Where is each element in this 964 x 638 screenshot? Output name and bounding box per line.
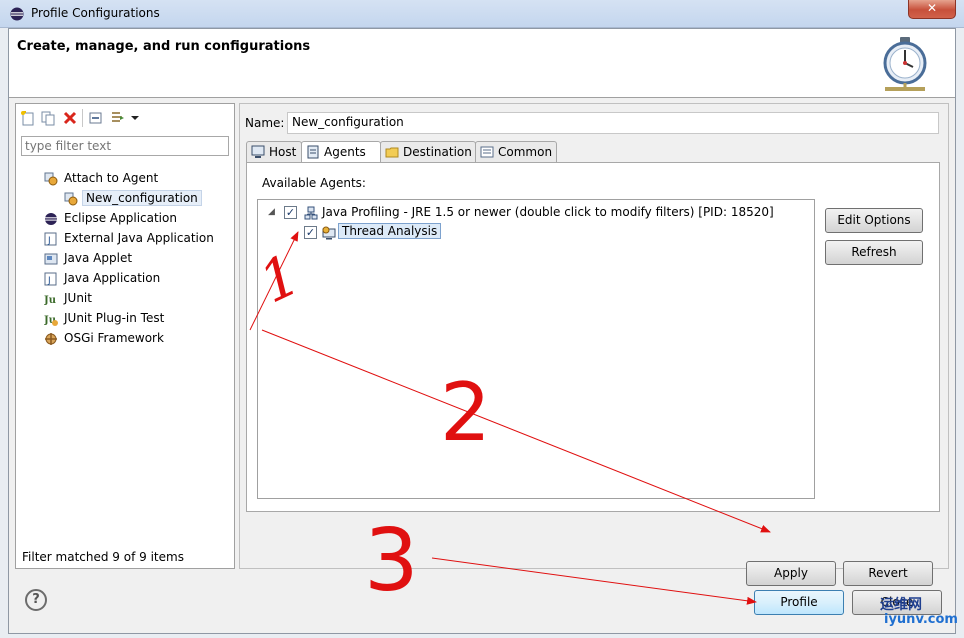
tree-item-label: JUnit Plug-in Test xyxy=(64,311,165,325)
thread-analysis-icon xyxy=(322,226,336,240)
header-title: Create, manage, and run configurations xyxy=(17,39,311,54)
help-icon[interactable]: ? xyxy=(25,589,47,611)
new-config-icon[interactable] xyxy=(20,110,36,126)
filter-icon[interactable] xyxy=(110,110,126,126)
name-label: Name: xyxy=(245,116,285,130)
available-agents-label: Available Agents: xyxy=(262,176,366,190)
watermark-line-2: iyunv.com xyxy=(884,612,958,627)
eclipse-icon xyxy=(45,213,57,225)
junit-plugin-icon: Ju xyxy=(44,315,58,326)
edit-options-button[interactable]: Edit Options xyxy=(825,208,923,233)
attach-agent-icon xyxy=(64,192,78,206)
stopwatch-icon xyxy=(883,37,927,91)
java-profiling-icon xyxy=(304,206,318,220)
filter-status: Filter matched 9 of 9 items xyxy=(22,550,184,564)
java-application-icon: J xyxy=(44,272,57,286)
dialog: Create, manage, and run configurations t… xyxy=(8,28,956,634)
tab-label: Agents xyxy=(324,145,366,159)
host-icon xyxy=(251,145,265,158)
filter-input[interactable] xyxy=(21,136,229,156)
tab-common[interactable]: Common xyxy=(475,141,557,162)
tab-label: Common xyxy=(498,145,553,159)
svg-text:J: J xyxy=(47,236,51,246)
delete-icon[interactable] xyxy=(62,110,78,126)
folder-icon xyxy=(385,147,399,158)
agents-tree[interactable]: ◢ ✓ Java Profiling - JRE 1.5 or newer (d… xyxy=(257,199,815,499)
configuration-list-panel: Attach to Agent New_configuration Eclips… xyxy=(15,103,235,569)
toolbar-divider xyxy=(82,109,83,127)
agent-row-thread-analysis[interactable]: ✓ Thread Analysis xyxy=(258,223,814,243)
tree-item-label: OSGi Framework xyxy=(64,331,164,345)
junit-icon: Ju xyxy=(44,295,56,306)
tab-destination[interactable]: Destination xyxy=(380,141,476,162)
dropdown-arrow-icon[interactable] xyxy=(130,110,140,126)
java-applet-icon xyxy=(44,253,58,265)
eclipse-icon xyxy=(10,7,24,21)
tree-item-label: Attach to Agent xyxy=(64,171,159,185)
agent-label: Java Profiling - JRE 1.5 or newer (doubl… xyxy=(322,205,774,219)
agents-icon xyxy=(307,145,319,159)
dialog-header: Create, manage, and run configurations xyxy=(9,29,955,98)
revert-button[interactable]: Revert xyxy=(843,561,933,586)
common-icon xyxy=(480,146,494,158)
agent-checkbox[interactable]: ✓ xyxy=(304,226,317,239)
tree-item-label: New_configuration xyxy=(82,190,202,206)
tab-host[interactable]: Host xyxy=(246,141,302,162)
collapse-all-icon[interactable] xyxy=(88,110,104,126)
agent-row-java-profiling[interactable]: ◢ ✓ Java Profiling - JRE 1.5 or newer (d… xyxy=(258,203,814,223)
agent-checkbox[interactable]: ✓ xyxy=(284,206,297,219)
osgi-icon xyxy=(45,333,57,345)
watermark: 运维网 iyunv.com xyxy=(870,592,960,632)
external-java-icon: J xyxy=(44,232,57,246)
tree-item-label: JUnit xyxy=(64,291,92,305)
watermark-line-1: 运维网 xyxy=(880,597,922,613)
profile-button[interactable]: Profile xyxy=(754,590,844,615)
tree-item-label: Java Applet xyxy=(64,251,133,265)
tab-label: Destination xyxy=(403,145,472,159)
duplicate-icon[interactable] xyxy=(40,110,56,126)
svg-text:J: J xyxy=(47,276,51,286)
title-bar: Profile Configurations ✕ xyxy=(0,0,964,28)
agents-tab-panel: Available Agents: ◢ ✓ Java Profiling - J… xyxy=(246,162,940,512)
collapse-caret-icon[interactable]: ◢ xyxy=(268,207,275,217)
window-close-button[interactable]: ✕ xyxy=(908,0,956,19)
tree-item-label: Eclipse Application xyxy=(64,211,177,225)
svg-text:Ju: Ju xyxy=(44,295,56,306)
window-title: Profile Configurations xyxy=(31,6,160,20)
configuration-detail-panel: Name: New_configuration Host Agents Dest… xyxy=(239,103,949,586)
agent-label: Thread Analysis xyxy=(338,223,442,239)
tab-agents[interactable]: Agents xyxy=(301,141,381,163)
apply-button[interactable]: Apply xyxy=(746,561,836,586)
tree-item-label: Java Application xyxy=(64,271,161,285)
attach-agent-icon xyxy=(44,172,58,186)
tab-label: Host xyxy=(269,145,297,159)
name-field[interactable]: New_configuration xyxy=(287,112,939,134)
tree-item-label: External Java Application xyxy=(64,231,214,245)
refresh-button[interactable]: Refresh xyxy=(825,240,923,265)
